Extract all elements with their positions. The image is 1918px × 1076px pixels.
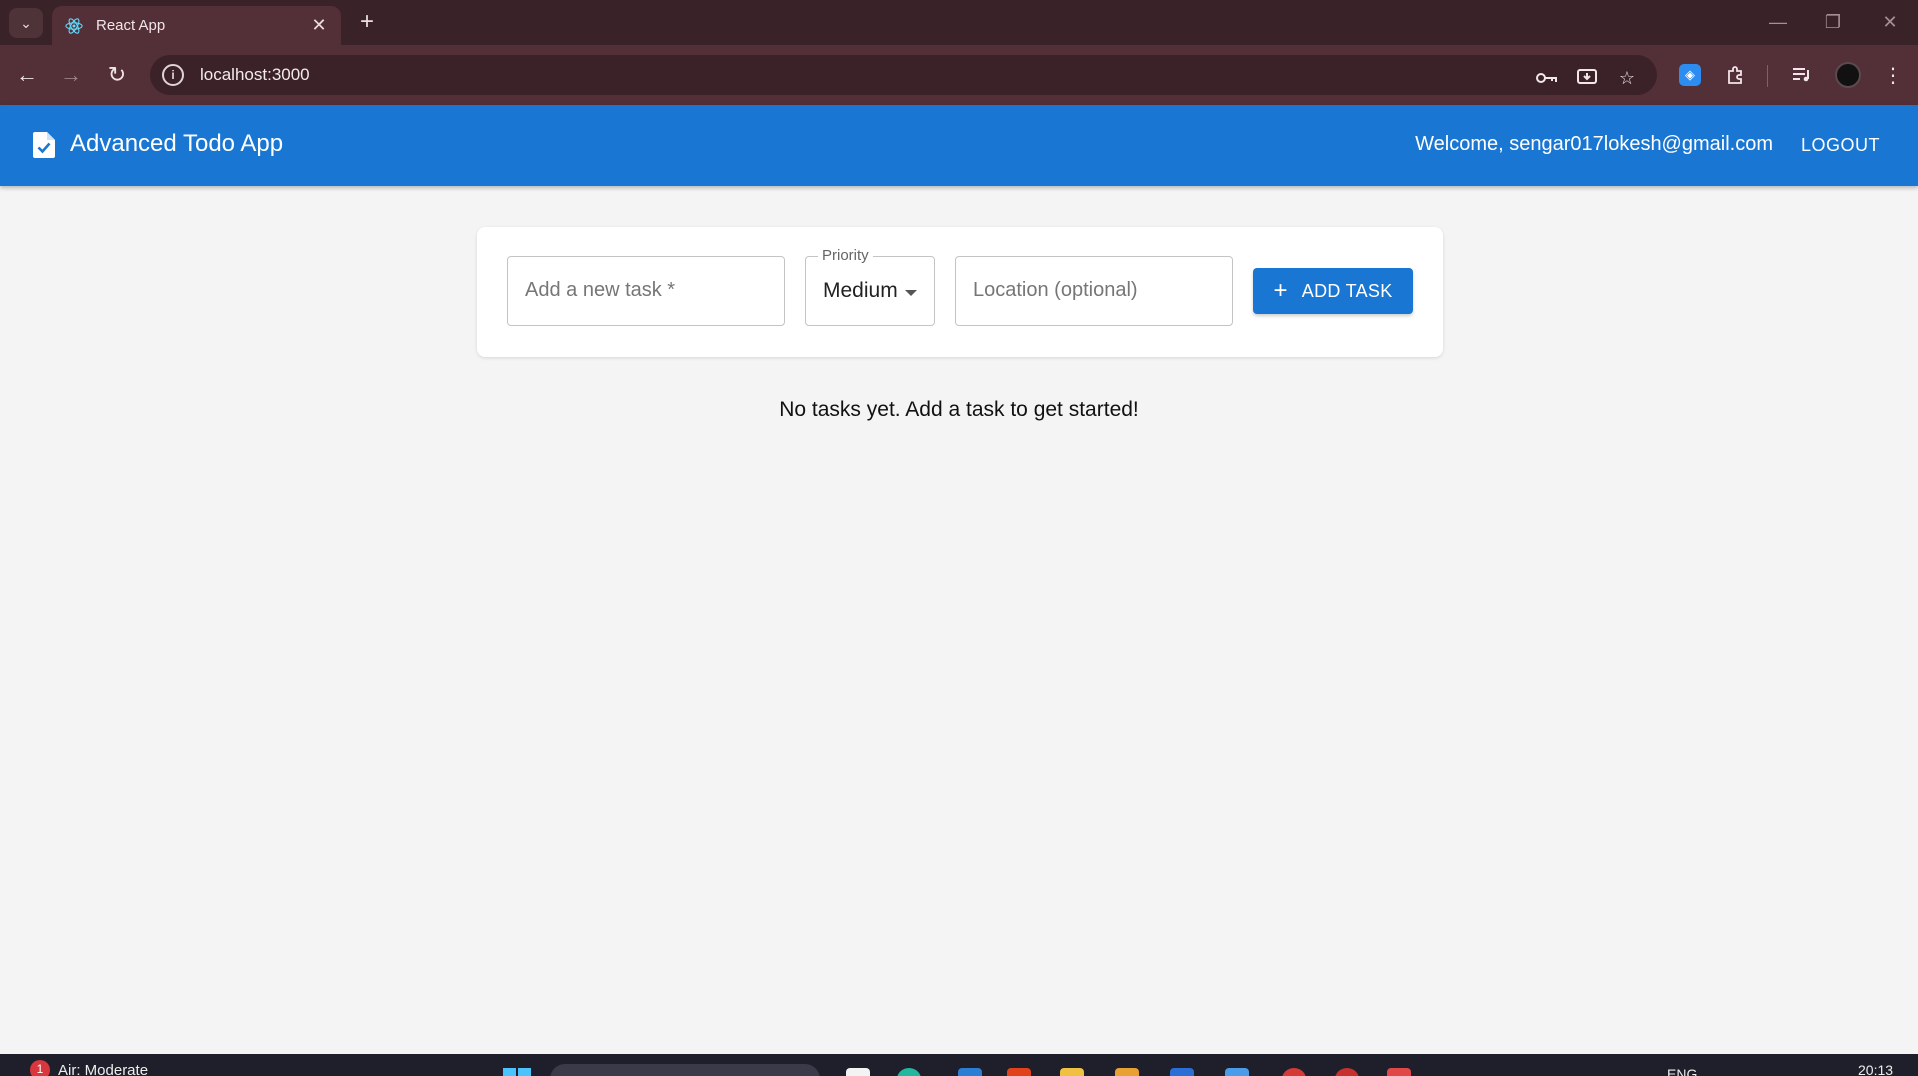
file-explorer-icon[interactable] [1060, 1068, 1084, 1076]
weather-widget[interactable]: 1 Air: Moderate [30, 1060, 148, 1076]
extensions-puzzle-icon[interactable] [1720, 59, 1752, 91]
address-bar[interactable]: i localhost:3000 ☆ [150, 55, 1657, 95]
weather-text: Air: Moderate [58, 1061, 149, 1076]
react-logo-icon [64, 16, 84, 36]
tab-title: React App [96, 17, 166, 34]
priority-select[interactable]: Priority Medium [805, 247, 935, 326]
store-icon[interactable] [1225, 1068, 1249, 1076]
location-input[interactable]: Location (optional) [955, 256, 1233, 326]
clock-time[interactable]: 20:13 [1858, 1062, 1893, 1076]
chrome-icon[interactable] [1282, 1068, 1306, 1076]
app-header: Advanced Todo App Welcome, sengar017loke… [0, 105, 1918, 186]
task-document-icon [33, 132, 55, 158]
url-text: localhost:3000 [200, 65, 310, 84]
welcome-text: Welcome, sengar017lokesh@gmail.com [1415, 133, 1773, 155]
app-icon-red[interactable] [1007, 1068, 1031, 1076]
app-title: Advanced Todo App [70, 130, 284, 157]
edge-browser-icon[interactable] [897, 1068, 921, 1076]
plus-icon: + [1273, 277, 1288, 304]
logout-button[interactable]: LOGOUT [1801, 129, 1880, 162]
forward-arrow-icon[interactable]: → [54, 58, 88, 92]
site-info-icon[interactable]: i [162, 64, 184, 86]
task-input[interactable]: Add a new task * [507, 256, 785, 326]
weather-badge: 1 [30, 1060, 50, 1076]
priority-value: Medium [823, 279, 898, 302]
add-task-card: Add a new task * Priority Medium Locatio… [477, 227, 1443, 357]
task-input-placeholder: Add a new task * [525, 279, 676, 301]
new-tab-button[interactable]: + [353, 8, 381, 36]
browser-menu-icon[interactable]: ⋮ [1877, 59, 1909, 91]
browser-toolbar: ← → ↻ i localhost:3000 ☆ ◈ ⋮ [0, 45, 1918, 105]
empty-state-message: No tasks yet. Add a task to get started! [779, 398, 1139, 421]
install-app-icon[interactable] [1574, 65, 1600, 91]
chrome-profile-icon[interactable] [1335, 1068, 1359, 1076]
location-input-placeholder: Location (optional) [973, 279, 1138, 301]
dropdown-caret-icon [905, 290, 917, 296]
password-key-icon[interactable] [1534, 65, 1560, 91]
browser-tab[interactable]: React App ✕ [52, 6, 341, 45]
calendar-app-icon[interactable] [1387, 1068, 1411, 1076]
browser-tab-strip: ⌄ React App ✕ + — ❐ ✕ [0, 0, 1918, 45]
add-task-label: ADD TASK [1301, 280, 1393, 301]
taskbar-search[interactable] [550, 1064, 820, 1076]
back-arrow-icon[interactable]: ← [10, 58, 44, 92]
media-controls-icon[interactable] [1786, 59, 1818, 91]
extension-shield-icon[interactable]: ◈ [1674, 59, 1706, 91]
bookmark-star-icon[interactable]: ☆ [1614, 65, 1640, 91]
os-taskbar: 1 Air: Moderate ENG 20:13 [0, 1054, 1918, 1076]
taskview-icon[interactable] [846, 1068, 870, 1076]
add-task-button[interactable]: + ADD TASK [1253, 268, 1413, 314]
vscode-icon[interactable] [958, 1068, 982, 1076]
reload-icon[interactable]: ↻ [100, 58, 134, 92]
priority-label: Priority [818, 247, 873, 264]
app-icon-orange[interactable] [1115, 1068, 1139, 1076]
profile-avatar[interactable] [1832, 59, 1864, 91]
windows-start-icon[interactable] [503, 1068, 531, 1076]
app-icon-blue[interactable] [1170, 1068, 1194, 1076]
tab-search-chevron-icon[interactable]: ⌄ [9, 8, 43, 38]
tab-close-icon[interactable]: ✕ [309, 15, 329, 36]
restore-icon[interactable]: ❐ [1813, 8, 1853, 36]
window-close-icon[interactable]: ✕ [1870, 8, 1910, 36]
language-indicator[interactable]: ENG [1667, 1066, 1697, 1076]
minimize-icon[interactable]: — [1758, 8, 1798, 36]
